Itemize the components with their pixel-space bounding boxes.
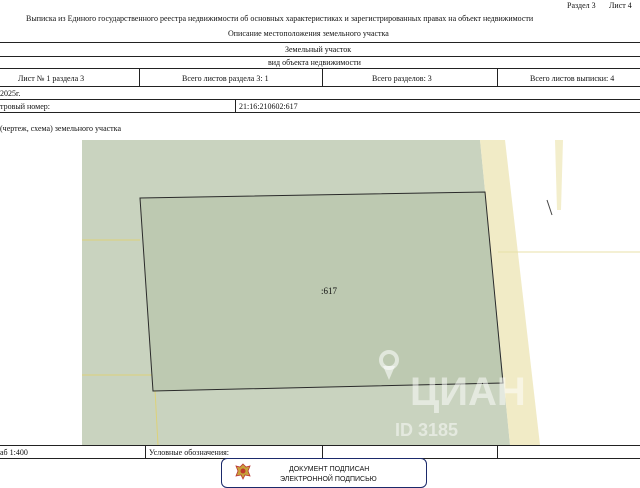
watermark-brand: ЦИАН xyxy=(410,370,526,414)
stamp-title: ДОКУМЕНТ ПОДПИСАН xyxy=(289,466,370,473)
cell-divider xyxy=(322,68,323,86)
total-sections: Всего разделов: 3 xyxy=(372,74,432,83)
section-title: Описание местоположения земельного участ… xyxy=(228,29,389,38)
scale-label: аб 1:400 xyxy=(0,448,28,457)
section-ref: Раздел 3 xyxy=(567,1,596,10)
cadastral-number: 21:16:210602:617 xyxy=(239,102,298,111)
legend-label: Условные обозначения: xyxy=(149,448,230,457)
rule xyxy=(0,68,640,69)
rule xyxy=(0,99,640,100)
cadastral-label: тровый номер: xyxy=(0,102,50,111)
cell-divider xyxy=(145,445,146,458)
cell-divider xyxy=(497,68,498,86)
emblem-icon xyxy=(234,462,252,480)
object-type: Земельный участок xyxy=(285,45,352,54)
cell-divider xyxy=(497,445,498,458)
rule xyxy=(0,445,640,446)
watermark-logo-icon xyxy=(378,350,400,384)
sheets-in-section: Всего листов раздела 3: 1 xyxy=(182,74,269,83)
watermark-id: ID 3185 xyxy=(395,420,459,440)
sheet-ref: Лист 4 xyxy=(609,1,632,10)
date: 2025г. xyxy=(0,89,21,98)
signature-stamp: ДОКУМЕНТ ПОДПИСАН ЭЛЕКТРОННОЙ ПОДПИСЬЮ xyxy=(221,458,427,488)
rule xyxy=(0,86,640,87)
rule xyxy=(0,56,640,57)
rule xyxy=(0,112,640,113)
object-type-caption: вид объекта недвижимости xyxy=(268,58,361,67)
parcel-map: :617 ЦИАН ID 3185 xyxy=(0,140,640,445)
parcel-map-svg xyxy=(0,140,640,445)
total-sheets: Всего листов выписки: 4 xyxy=(530,74,615,83)
cell-divider xyxy=(139,68,140,86)
cell-divider xyxy=(322,445,323,458)
cell-divider xyxy=(235,99,236,112)
sheet-number: Лист № 1 раздела 3 xyxy=(18,74,85,83)
document-title: Выписка из Единого государственного реес… xyxy=(26,14,534,23)
rule xyxy=(0,42,640,43)
parcel-label: :617 xyxy=(321,286,338,296)
plan-caption: (чертеж, схема) земельного участка xyxy=(0,124,121,133)
